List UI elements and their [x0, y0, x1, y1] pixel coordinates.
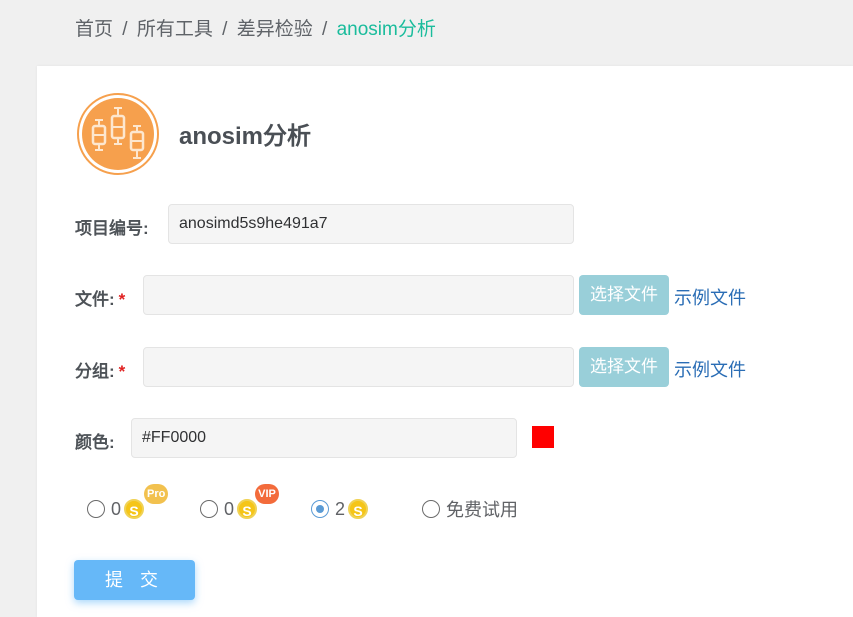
required-mark: * [118, 362, 126, 381]
breadcrumb-home[interactable]: 首页 [75, 19, 113, 40]
price-amount: 0 [111, 498, 122, 519]
boxplot-icon [76, 92, 160, 176]
radio-button[interactable] [422, 500, 440, 518]
breadcrumb-all-tools[interactable]: 所有工具 [137, 19, 213, 40]
price-amount: 2 [335, 498, 346, 519]
group-label-text: 分组: [75, 362, 115, 381]
pro-badge: Pro [144, 484, 169, 504]
price-amount: 0 [224, 498, 235, 519]
coin-symbol: S [242, 503, 252, 519]
color-input[interactable] [131, 418, 517, 458]
group-example-link[interactable]: 示例文件 [674, 356, 746, 382]
breadcrumb-separator: / [122, 19, 128, 40]
tool-title: anosim分析 [179, 123, 312, 150]
coin-icon: S [348, 499, 369, 519]
submit-button[interactable]: 提 交 [74, 560, 195, 600]
coin-symbol: S [129, 503, 139, 519]
breadcrumb-separator: / [222, 19, 228, 40]
free-trial-label: 免费试用 [446, 500, 518, 520]
pricing-option-pro[interactable]: 0 S Pro [87, 484, 169, 522]
breadcrumb: 首页 / 所有工具 / 差异检验 / anosim分析 [75, 14, 436, 41]
coin-icon: S Pro [124, 484, 169, 519]
vip-badge: VIP [255, 484, 280, 504]
color-label: 颜色: [75, 433, 115, 452]
coin-symbol: S [353, 503, 363, 519]
file-choose-button[interactable]: 选择文件 [579, 275, 669, 315]
group-input[interactable] [143, 347, 574, 387]
file-example-link[interactable]: 示例文件 [674, 284, 746, 310]
radio-button[interactable] [200, 500, 218, 518]
breadcrumb-category[interactable]: 差异检验 [237, 19, 313, 40]
file-label-text: 文件: [75, 290, 115, 309]
breadcrumb-current: anosim分析 [336, 19, 436, 40]
file-input[interactable] [143, 275, 574, 315]
breadcrumb-separator: / [322, 19, 328, 40]
color-swatch[interactable] [532, 426, 554, 448]
radio-button[interactable] [87, 500, 105, 518]
pricing-option-paid[interactable]: 2 S [311, 496, 369, 522]
pricing-option-free-trial[interactable]: 免费试用 [422, 496, 518, 522]
pricing-option-vip[interactable]: 0 S VIP [200, 484, 280, 522]
group-choose-button[interactable]: 选择文件 [579, 347, 669, 387]
coin-icon: S VIP [237, 484, 280, 519]
file-label: 文件: * [75, 285, 125, 310]
group-label: 分组: * [75, 357, 125, 382]
radio-button-checked[interactable] [311, 500, 329, 518]
project-id-input[interactable] [168, 204, 574, 244]
required-mark: * [118, 290, 126, 309]
project-id-label: 项目编号: [75, 219, 149, 238]
